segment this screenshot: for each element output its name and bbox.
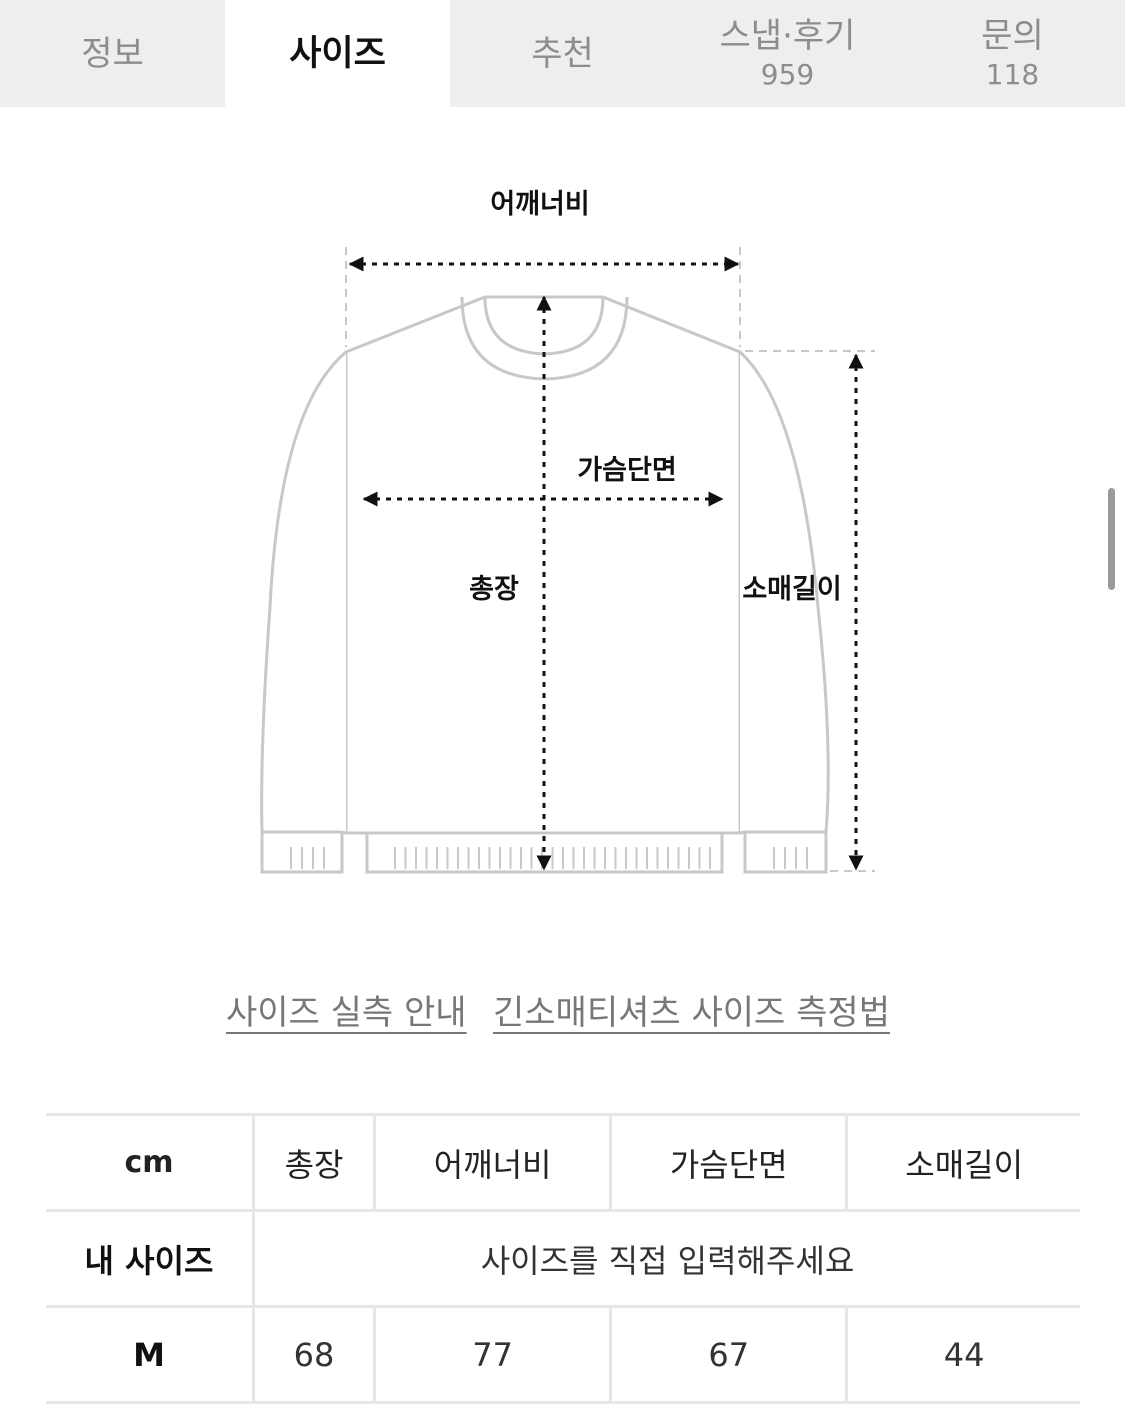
size-guide-link[interactable]: 사이즈 실측 안내	[226, 992, 467, 1034]
tab-label: 문의	[981, 15, 1044, 56]
tab-snap-review[interactable]: 스냅·후기 959	[675, 0, 900, 107]
column-header: 소매길이	[845, 1113, 1080, 1211]
unit-cell: cm	[46, 1113, 254, 1211]
my-size-row: 내 사이즈 사이즈를 직접 입력해주세요	[46, 1209, 1080, 1307]
measure-method-link[interactable]: 긴소매티셔츠 사이즈 측정법	[493, 992, 890, 1034]
size-links: 사이즈 실측 안내 긴소매티셔츠 사이즈 측정법	[0, 992, 1125, 1042]
tab-count: 118	[985, 57, 1040, 91]
size-value: 68	[251, 1305, 375, 1404]
column-header: 가슴단면	[609, 1113, 847, 1211]
tab-label: 정보	[81, 33, 144, 74]
column-header: 어깨너비	[373, 1113, 611, 1211]
tab-info[interactable]: 정보	[0, 0, 225, 107]
table-header-row: cm 총장 어깨너비 가슴단면 소매길이	[46, 1113, 1080, 1211]
size-diagram: 어깨너비 가슴단면 총장 소매길이	[0, 107, 1125, 977]
tab-size[interactable]: 사이즈	[225, 0, 450, 107]
tab-label: 사이즈	[289, 33, 386, 74]
size-value: 77	[373, 1305, 611, 1404]
label-shoulder: 어깨너비	[490, 189, 589, 220]
my-size-label: 내 사이즈	[46, 1209, 254, 1307]
tab-bar: 정보 사이즈 추천 스냅·후기 959 문의 118	[0, 0, 1125, 107]
tab-recommend[interactable]: 추천	[450, 0, 675, 107]
label-length: 총장	[469, 574, 519, 605]
size-label: M	[46, 1305, 254, 1404]
label-sleeve: 소매길이	[742, 574, 841, 605]
tab-label: 추천	[531, 33, 594, 74]
label-chest: 가슴단면	[577, 455, 676, 486]
size-value: 44	[845, 1305, 1080, 1404]
sweatshirt-diagram-svg: 어깨너비 가슴단면 총장 소매길이	[260, 189, 875, 874]
scrollbar[interactable]	[1108, 488, 1115, 590]
tab-count: 959	[760, 57, 815, 91]
size-value: 67	[609, 1305, 847, 1404]
table-row: M 68 77 67 44	[46, 1305, 1080, 1404]
tab-inquiry[interactable]: 문의 118	[900, 0, 1125, 107]
tab-label: 스냅·후기	[719, 15, 856, 56]
column-header: 총장	[251, 1113, 375, 1211]
size-table: cm 총장 어깨너비 가슴단면 소매길이 내 사이즈 사이즈를 직접 입력해주세…	[46, 1113, 1080, 1404]
my-size-input[interactable]: 사이즈를 직접 입력해주세요	[252, 1209, 1080, 1307]
